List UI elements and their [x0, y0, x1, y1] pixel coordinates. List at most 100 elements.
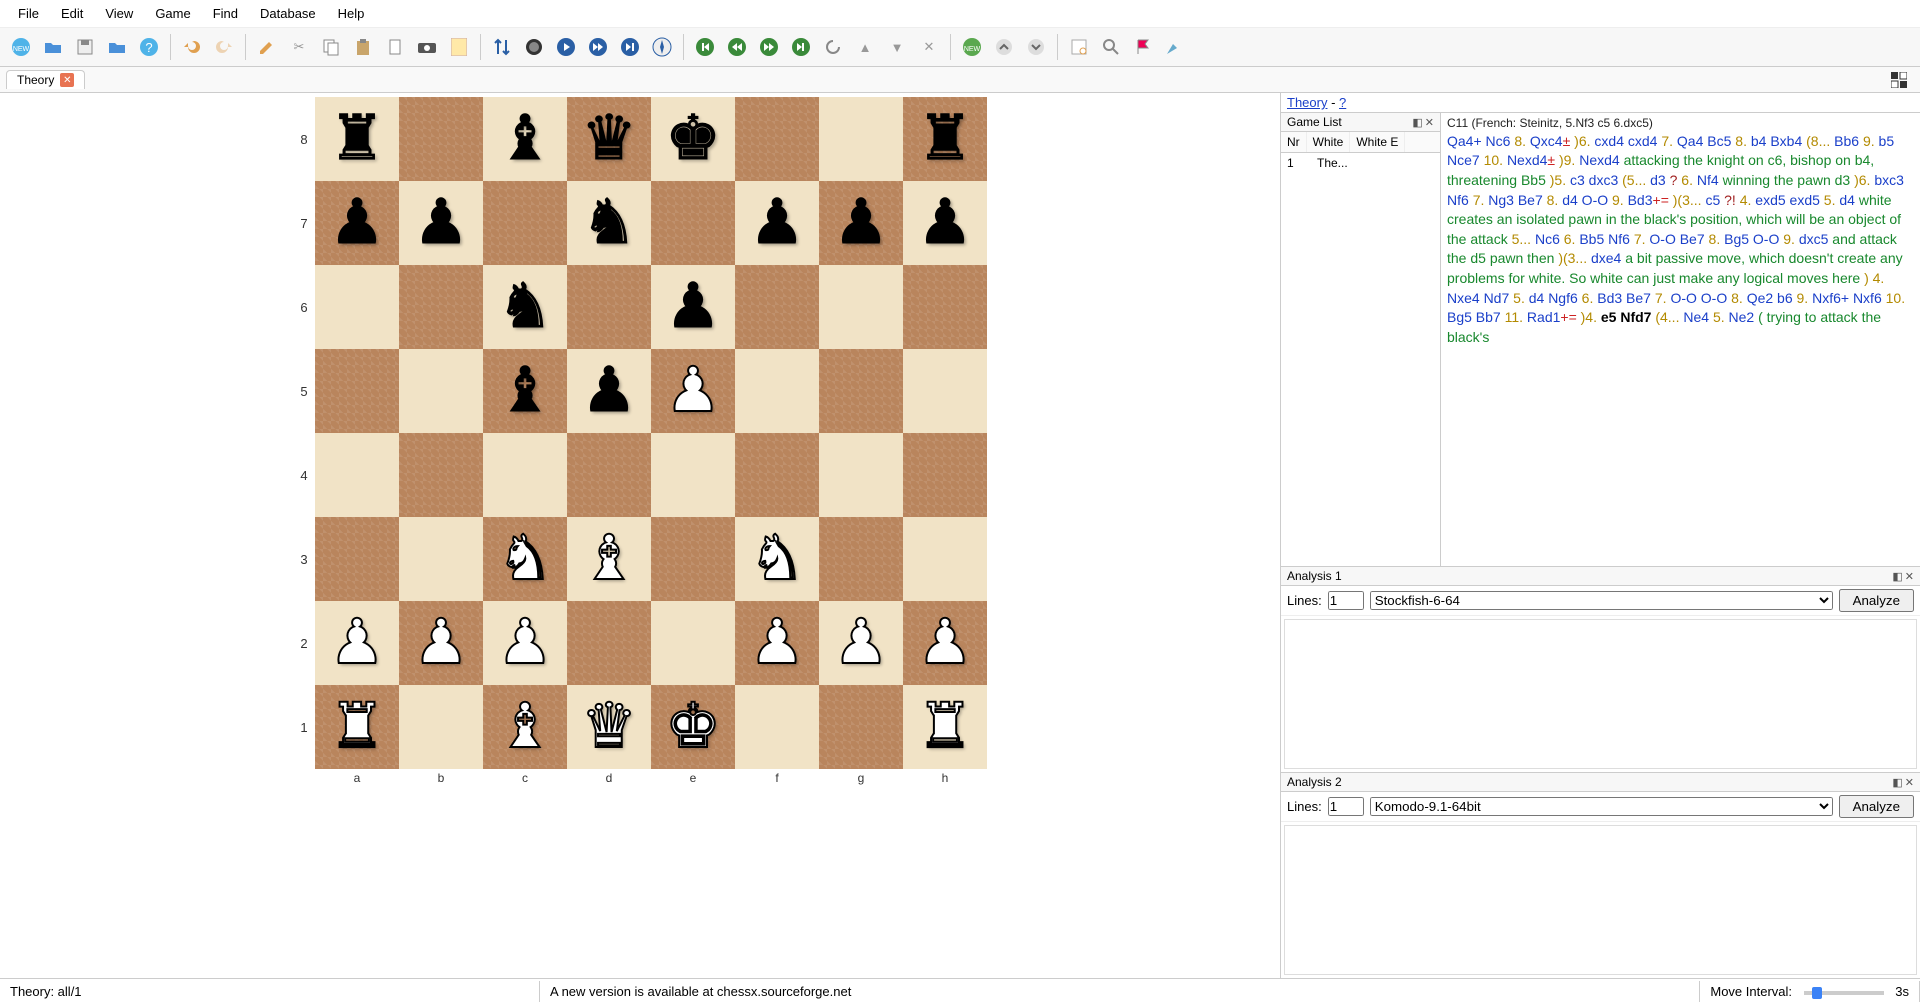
move-text[interactable]: e5 — [1601, 309, 1620, 325]
move-text[interactable]: Nxf6+ Nxf6 — [1812, 290, 1886, 306]
square-e2[interactable] — [651, 601, 735, 685]
skip-icon[interactable] — [615, 32, 645, 62]
new-game-icon[interactable]: NEW — [957, 32, 987, 62]
square-g2[interactable]: ♟ — [819, 601, 903, 685]
square-f8[interactable] — [735, 97, 819, 181]
wq-piece[interactable]: ♛ — [581, 696, 637, 758]
first-move-icon[interactable] — [690, 32, 720, 62]
square-h3[interactable] — [903, 517, 987, 601]
col-header[interactable]: Nr — [1281, 132, 1307, 152]
prev-moves-icon[interactable] — [722, 32, 752, 62]
move-text[interactable]: Nexd4 — [1579, 152, 1623, 168]
move-text[interactable]: Bb5 Nf6 — [1579, 231, 1633, 247]
square-d2[interactable] — [567, 601, 651, 685]
move-text[interactable]: 6. — [1582, 290, 1598, 306]
move-text[interactable]: )(3... — [1669, 192, 1706, 208]
move-text[interactable]: Nc6 — [1535, 231, 1564, 247]
square-e5[interactable]: ♟ — [651, 349, 735, 433]
wn-piece[interactable]: ♞ — [497, 528, 553, 590]
undock-icon[interactable]: ◧ — [1892, 570, 1902, 583]
bb-piece[interactable]: ♝ — [497, 360, 553, 422]
filter-icon[interactable] — [1064, 32, 1094, 62]
square-d1[interactable]: ♛ — [567, 685, 651, 769]
square-c1[interactable]: ♝ — [483, 685, 567, 769]
square-b2[interactable]: ♟ — [399, 601, 483, 685]
flip-icon[interactable] — [487, 32, 517, 62]
engine-select[interactable]: Komodo-9.1-64bit — [1370, 797, 1833, 816]
wp-piece[interactable]: ♟ — [329, 612, 385, 674]
expand-down-icon[interactable] — [1021, 32, 1051, 62]
square-e6[interactable]: ♟ — [651, 265, 735, 349]
theory-q[interactable]: ? — [1339, 95, 1346, 110]
move-text[interactable]: )(3... — [1558, 250, 1591, 266]
move-text[interactable]: )9. — [1555, 152, 1579, 168]
move-text[interactable]: ± — [1547, 152, 1555, 168]
down-icon[interactable]: ▼ — [882, 32, 912, 62]
bq-piece[interactable]: ♛ — [581, 108, 637, 170]
square-h4[interactable] — [903, 433, 987, 517]
bp-piece[interactable]: ♟ — [833, 192, 889, 254]
square-f4[interactable] — [735, 433, 819, 517]
zoom-icon[interactable] — [1096, 32, 1126, 62]
move-text[interactable]: 10. — [1484, 152, 1507, 168]
move-text[interactable]: d4 O-O — [1562, 192, 1612, 208]
square-d7[interactable]: ♞ — [567, 181, 651, 265]
tab-theory[interactable]: Theory ✕ — [6, 70, 85, 89]
square-g1[interactable] — [819, 685, 903, 769]
lines-input[interactable] — [1328, 591, 1364, 610]
wr-piece[interactable]: ♜ — [329, 696, 385, 758]
wb-piece[interactable]: ♝ — [497, 696, 553, 758]
menu-database[interactable]: Database — [250, 3, 326, 24]
square-c8[interactable]: ♝ — [483, 97, 567, 181]
move-text[interactable]: Rad1 — [1527, 309, 1560, 325]
move-text[interactable]: 8. — [1709, 231, 1725, 247]
theory-link[interactable]: Theory — [1287, 95, 1327, 110]
square-e8[interactable]: ♚ — [651, 97, 735, 181]
move-text[interactable]: 6. — [1681, 172, 1697, 188]
move-text[interactable]: Ne4 — [1683, 309, 1713, 325]
undo-icon[interactable] — [177, 32, 207, 62]
copy-icon[interactable] — [316, 32, 346, 62]
move-text[interactable]: 7. — [1661, 133, 1677, 149]
refresh-icon[interactable] — [818, 32, 848, 62]
compass-icon[interactable] — [647, 32, 677, 62]
square-g5[interactable] — [819, 349, 903, 433]
square-c2[interactable]: ♟ — [483, 601, 567, 685]
square-g7[interactable]: ♟ — [819, 181, 903, 265]
undock-icon[interactable]: ◧ — [1412, 116, 1422, 129]
square-b8[interactable] — [399, 97, 483, 181]
redo-icon[interactable] — [209, 32, 239, 62]
new-icon[interactable]: NEW — [6, 32, 36, 62]
square-d6[interactable] — [567, 265, 651, 349]
bk-piece[interactable]: ♚ — [665, 108, 721, 170]
bp-piece[interactable]: ♟ — [413, 192, 469, 254]
move-text[interactable]: Nfd7 — [1620, 309, 1655, 325]
square-c5[interactable]: ♝ — [483, 349, 567, 433]
square-e3[interactable] — [651, 517, 735, 601]
engine-icon[interactable] — [519, 32, 549, 62]
engine-select[interactable]: Stockfish-6-64 — [1370, 591, 1833, 610]
close-panel-icon[interactable]: ✕ — [1905, 776, 1914, 789]
close-panel-icon[interactable]: ✕ — [1425, 116, 1434, 129]
move-text[interactable]: 5. — [1824, 192, 1840, 208]
square-d8[interactable]: ♛ — [567, 97, 651, 181]
square-d4[interactable] — [567, 433, 651, 517]
menu-view[interactable]: View — [95, 3, 143, 24]
save-icon[interactable] — [70, 32, 100, 62]
move-text[interactable]: 9. — [1863, 133, 1879, 149]
bn-piece[interactable]: ♞ — [497, 276, 553, 338]
square-f5[interactable] — [735, 349, 819, 433]
bp-piece[interactable]: ♟ — [917, 192, 973, 254]
wp-piece[interactable]: ♟ — [413, 612, 469, 674]
square-a1[interactable]: ♜ — [315, 685, 399, 769]
square-e1[interactable]: ♚ — [651, 685, 735, 769]
move-text[interactable]: (8... — [1806, 133, 1834, 149]
col-header[interactable]: White — [1307, 132, 1351, 152]
move-text[interactable]: 7. — [1655, 290, 1671, 306]
square-h7[interactable]: ♟ — [903, 181, 987, 265]
wp-piece[interactable]: ♟ — [665, 360, 721, 422]
move-text[interactable]: ? — [1666, 172, 1682, 188]
move-text[interactable]: d4 — [1839, 192, 1858, 208]
square-f2[interactable]: ♟ — [735, 601, 819, 685]
square-a5[interactable] — [315, 349, 399, 433]
